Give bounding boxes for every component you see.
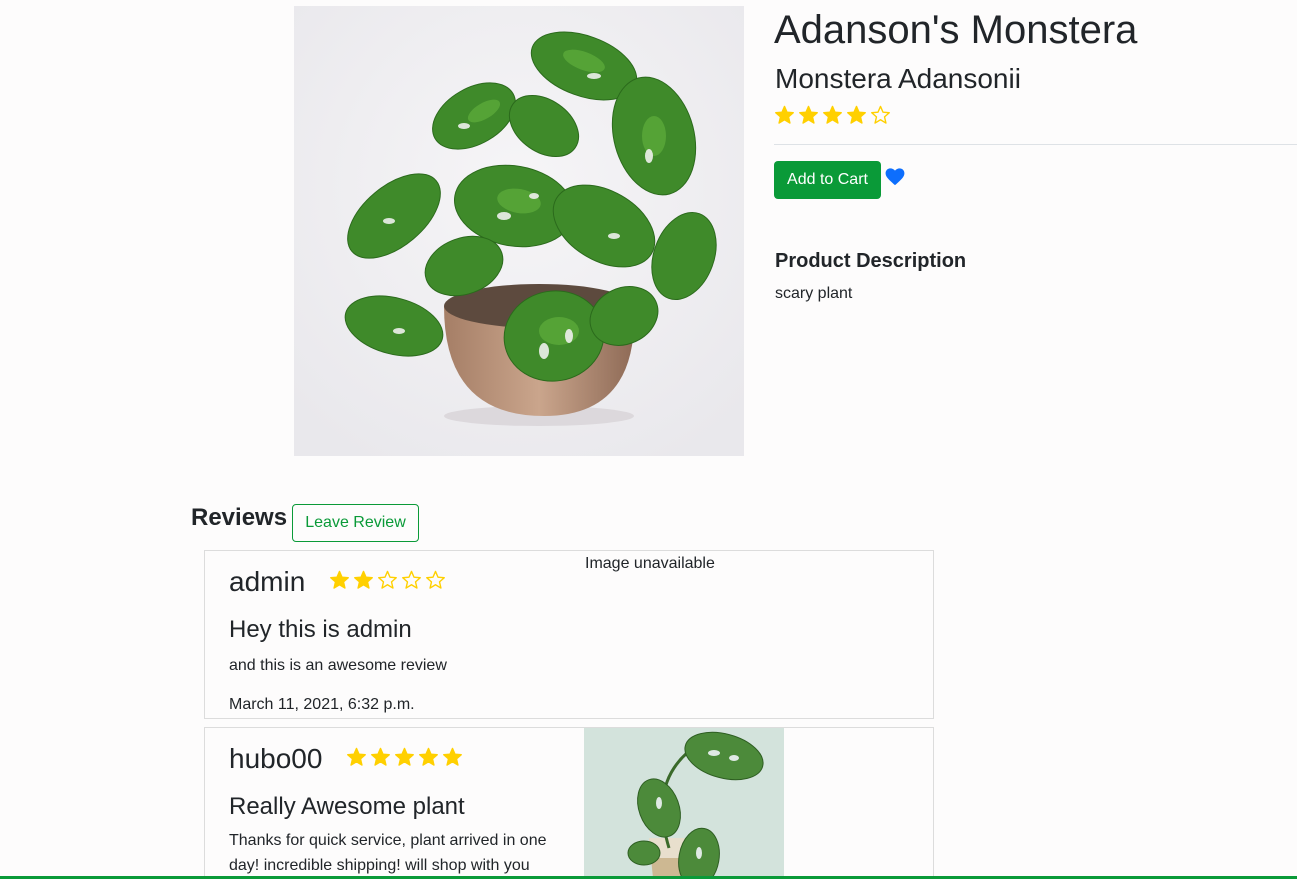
add-to-cart-button[interactable]: Add to Cart <box>774 161 881 199</box>
product-rating <box>774 104 891 125</box>
leave-review-button[interactable]: Leave Review <box>292 504 419 542</box>
review-author: admin <box>229 566 306 597</box>
product-image <box>294 6 744 456</box>
star-filled-icon <box>799 105 818 124</box>
review-date: March 11, 2021, 6:32 p.m. <box>229 696 415 713</box>
review-title: Really Awesome plant <box>229 793 465 820</box>
review-body: and this is an awesome review <box>229 657 447 674</box>
star-filled-icon <box>847 105 866 124</box>
star-outline-icon <box>378 570 397 589</box>
review-author: hubo00 <box>229 743 323 774</box>
review-image <box>584 728 784 879</box>
review-card: hubo00 Really Awesome plant Thanks for q… <box>204 727 934 879</box>
star-filled-icon <box>419 747 438 766</box>
product-subtitle: Monstera Adansonii <box>775 63 1021 94</box>
product-title: Adanson's Monstera <box>774 8 1138 52</box>
star-outline-icon <box>402 570 421 589</box>
star-filled-icon <box>395 747 414 766</box>
review-rating <box>346 746 463 767</box>
star-filled-icon <box>443 747 462 766</box>
monstera-review-photo <box>584 728 784 879</box>
star-filled-icon <box>823 105 842 124</box>
review-card: admin Image unavailable Hey this is admi… <box>204 550 934 719</box>
review-body: Thanks for quick service, plant arrived … <box>229 832 547 874</box>
review-title: Hey this is admin <box>229 616 412 643</box>
star-outline-icon <box>871 105 890 124</box>
reviews-heading: Reviews <box>191 504 288 531</box>
product-page: Adanson's Monstera Monstera Adansonii Ad… <box>0 0 1297 879</box>
star-filled-icon <box>775 105 794 124</box>
star-filled-icon <box>354 570 373 589</box>
star-filled-icon <box>371 747 390 766</box>
description-heading: Product Description <box>775 250 967 272</box>
star-outline-icon <box>426 570 445 589</box>
star-filled-icon <box>330 570 349 589</box>
star-filled-icon <box>347 747 366 766</box>
review-image-placeholder: Image unavailable <box>585 555 715 572</box>
review-rating <box>329 569 446 590</box>
monstera-plant-photo <box>294 6 744 456</box>
divider <box>774 144 1297 145</box>
description-text: scary plant <box>775 285 853 302</box>
heart-icon[interactable] <box>885 168 905 186</box>
